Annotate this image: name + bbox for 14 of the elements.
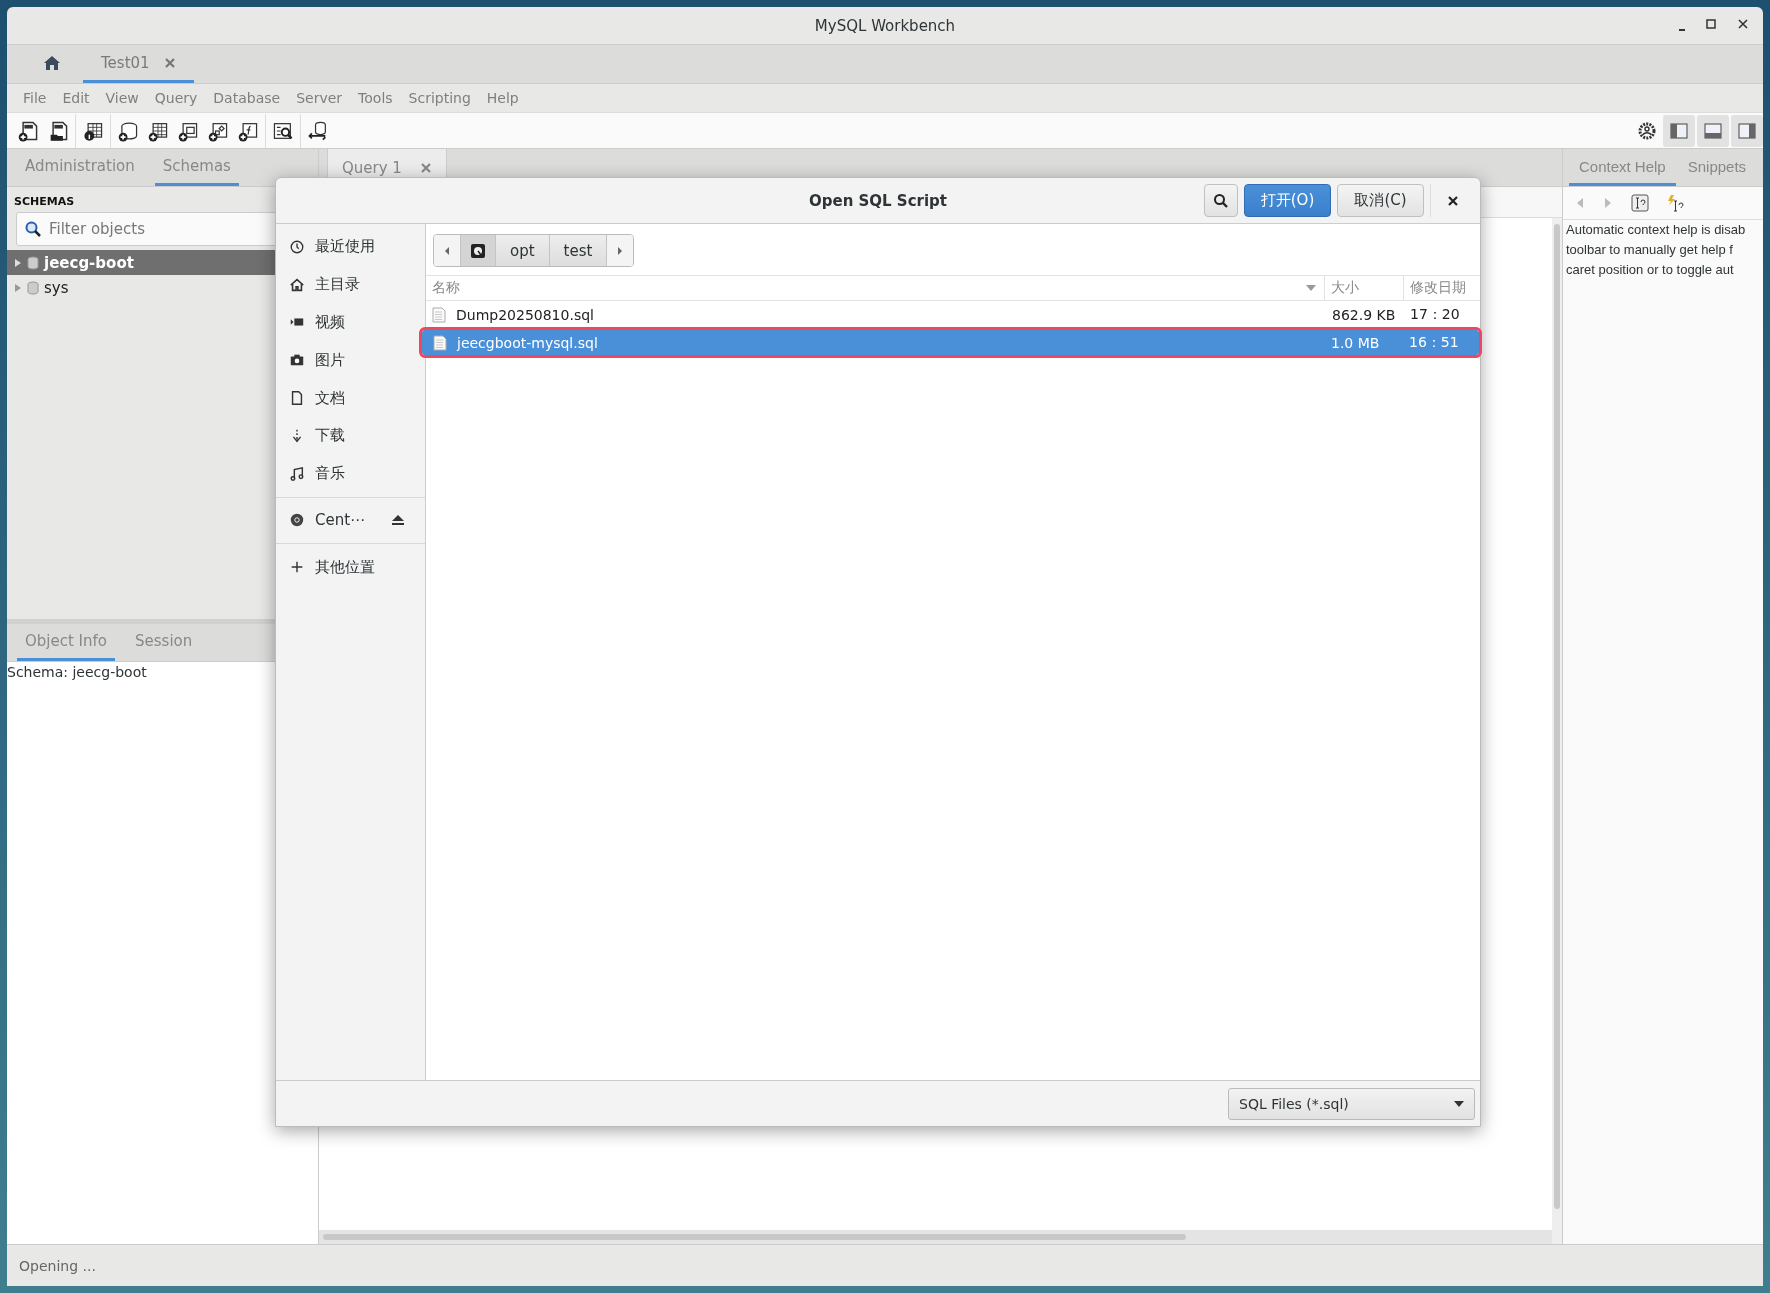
file-name: Dump20250810.sql: [456, 306, 594, 323]
section-heading: SCHEMAS: [13, 194, 76, 210]
schema-info-text: Schema: jeecg-boot: [7, 664, 147, 680]
status-text: Opening ...: [19, 1257, 96, 1274]
file-name: jeecgboot-mysql.sql: [457, 334, 598, 351]
help-text-line: Automatic context help is disab: [1566, 222, 1746, 237]
file-size: 862.9 KB: [1332, 306, 1396, 323]
help-text-line: toolbar to manually get help f: [1566, 242, 1733, 257]
help-text-line: caret position or to toggle aut: [1566, 262, 1734, 277]
file-modified: 17：20: [1410, 305, 1460, 324]
window-title: MySQL Workbench: [814, 16, 956, 35]
file-modified: 16：51: [1409, 333, 1459, 352]
file-size: 1.0 MB: [1331, 334, 1380, 351]
dialog-title: Open SQL Script: [808, 191, 947, 210]
